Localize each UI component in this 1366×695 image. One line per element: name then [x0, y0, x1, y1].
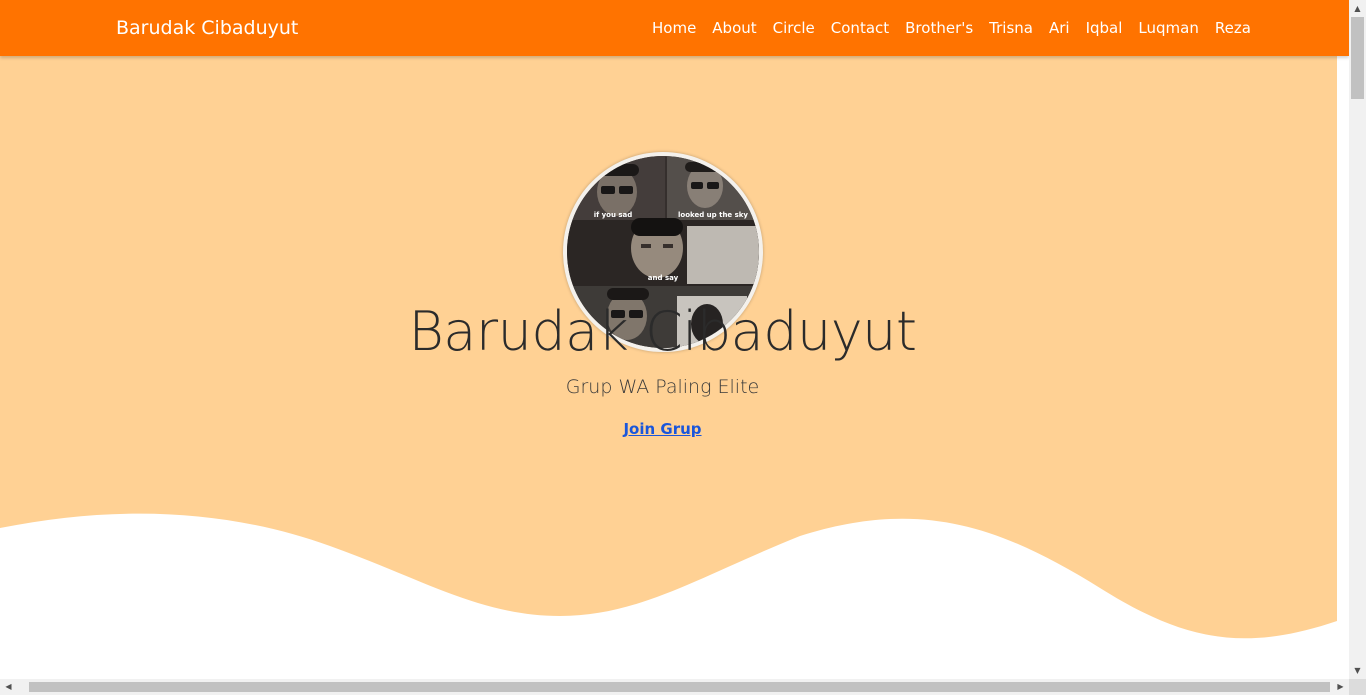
navbar-brand[interactable]: Barudak Cibaduyut	[116, 16, 298, 40]
nav-link-about[interactable]: About	[704, 16, 764, 40]
horizontal-scroll-thumb[interactable]	[29, 682, 1330, 692]
hero-title: Barudak Cibaduyut	[408, 300, 917, 363]
avatar-caption-2: looked up the sky	[678, 211, 748, 219]
nav-link-circle[interactable]: Circle	[765, 16, 823, 40]
scrollbar-corner	[1349, 679, 1366, 695]
nav-link-contact[interactable]: Contact	[823, 16, 897, 40]
nav-links: Home About Circle Contact Brother's Tris…	[644, 16, 1259, 40]
scroll-right-arrow-icon[interactable]: ▶	[1332, 679, 1349, 695]
nav-link-home[interactable]: Home	[644, 16, 704, 40]
join-group-link[interactable]: Join Grup	[623, 420, 701, 438]
vertical-scroll-thumb[interactable]	[1351, 17, 1364, 99]
page-viewport: Barudak Cibaduyut Home About Circle Cont…	[0, 0, 1349, 679]
hero-subtitle: Grup WA Paling Elite	[565, 376, 760, 398]
nav-link-brothers[interactable]: Brother's	[897, 16, 981, 40]
scroll-up-arrow-icon[interactable]: ▲	[1349, 0, 1366, 17]
avatar-caption-1: if you sad	[594, 211, 633, 219]
vertical-scrollbar[interactable]: ▲ ▼	[1349, 0, 1366, 679]
nav-link-trisna[interactable]: Trisna	[981, 16, 1041, 40]
scroll-left-arrow-icon[interactable]: ◀	[0, 679, 17, 695]
avatar-caption-3: and say	[648, 274, 679, 282]
navbar: Barudak Cibaduyut Home About Circle Cont…	[0, 0, 1349, 56]
scroll-down-arrow-icon[interactable]: ▼	[1349, 662, 1366, 679]
hero-link-wrap: Join Grup	[0, 418, 1325, 440]
nav-link-reza[interactable]: Reza	[1207, 16, 1259, 40]
horizontal-scrollbar[interactable]: ◀ ▶	[0, 679, 1349, 695]
nav-link-ari[interactable]: Ari	[1041, 16, 1078, 40]
nav-link-iqbal[interactable]: Iqbal	[1078, 16, 1131, 40]
nav-link-luqman[interactable]: Luqman	[1130, 16, 1206, 40]
